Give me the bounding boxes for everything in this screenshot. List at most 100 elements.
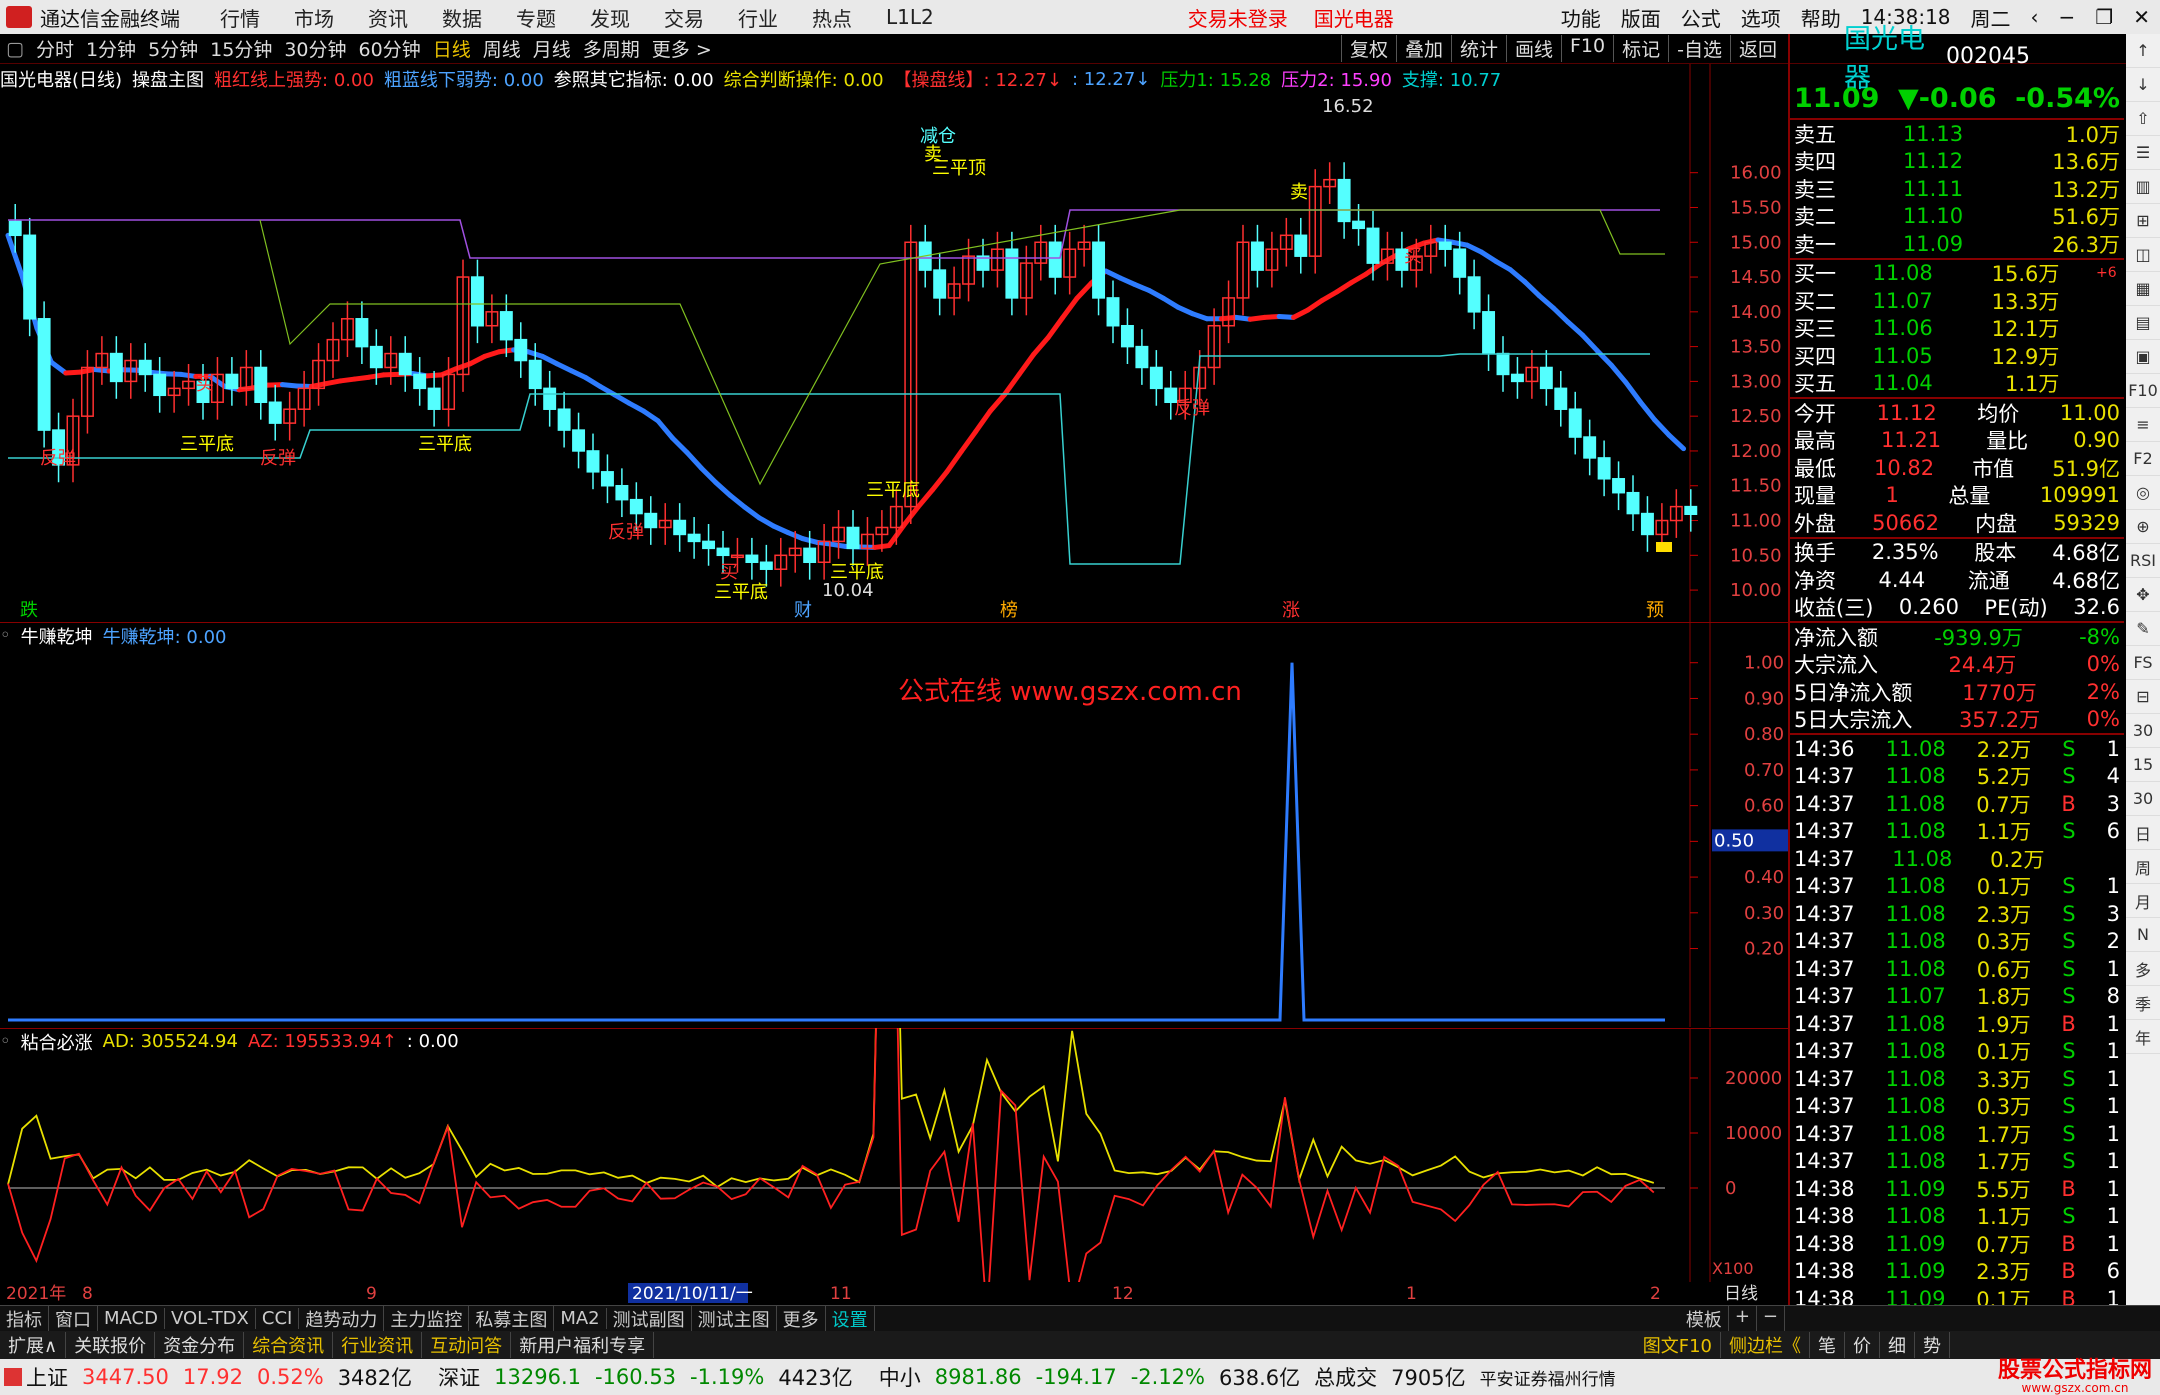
candle-body[interactable]	[745, 554, 759, 564]
draw-button[interactable]: 画线	[1505, 35, 1561, 62]
candle-body[interactable]	[413, 373, 427, 390]
sz-label[interactable]: 深证	[438, 1362, 480, 1392]
sidebar-tool-icon[interactable]: N	[2126, 918, 2160, 952]
menu-options[interactable]: 选项	[1741, 3, 1781, 32]
candle-body[interactable]	[803, 547, 817, 564]
menu-topics[interactable]: 专题	[516, 3, 556, 32]
candle-body[interactable]	[398, 352, 412, 376]
candle-body[interactable]	[1135, 345, 1149, 369]
menu-help[interactable]: 帮助	[1801, 3, 1841, 32]
candle-body[interactable]	[1568, 408, 1582, 438]
candle-body[interactable]	[1048, 241, 1062, 278]
candle-body[interactable]	[702, 540, 716, 550]
side-tab[interactable]: 图文F10	[1635, 1332, 1721, 1358]
menu-function[interactable]: 功能	[1561, 3, 1601, 32]
return-button[interactable]: 返回	[1729, 35, 1785, 62]
candle-body[interactable]	[759, 561, 773, 570]
candle-body[interactable]	[23, 234, 37, 320]
sidebar-tool-icon[interactable]: 周	[2126, 850, 2160, 884]
candle-body[interactable]	[543, 387, 557, 410]
candle-body[interactable]	[1005, 248, 1019, 299]
candle-body[interactable]	[528, 359, 542, 390]
indicator-tab[interactable]: MA2	[554, 1308, 607, 1329]
candle-body[interactable]	[1510, 373, 1524, 383]
candle-body[interactable]	[1583, 436, 1597, 459]
watchlist-button[interactable]: -自选	[1668, 35, 1730, 62]
side-tab[interactable]: 细	[1880, 1332, 1915, 1358]
indicator-tab[interactable]: MACD	[98, 1308, 165, 1329]
menu-market[interactable]: 市场	[294, 3, 334, 32]
sidebar-tool-icon[interactable]: F10	[2126, 374, 2160, 408]
template-control[interactable]: −	[1757, 1305, 1785, 1332]
candle-body[interactable]	[673, 519, 687, 536]
candle-body[interactable]	[1106, 297, 1120, 327]
candle-body[interactable]	[1438, 241, 1452, 250]
period-15min[interactable]: 15分钟	[210, 35, 272, 62]
candle-body[interactable]	[615, 484, 629, 501]
menu-industry[interactable]: 行业	[738, 3, 778, 32]
sidebar-tool-icon[interactable]: ↑	[2126, 34, 2160, 68]
link-tab[interactable]: 行业资讯	[333, 1332, 423, 1358]
sidebar-tool-icon[interactable]: ☰	[2126, 136, 2160, 170]
sh-label[interactable]: 上证	[26, 1362, 68, 1392]
menu-news[interactable]: 资讯	[368, 3, 408, 32]
link-tab[interactable]: 扩展∧	[0, 1332, 67, 1358]
candle-body[interactable]	[1482, 311, 1496, 355]
menu-hot[interactable]: 热点	[812, 3, 852, 32]
candle-body[interactable]	[37, 318, 51, 431]
link-tab[interactable]: 综合资讯	[244, 1332, 334, 1358]
indicator-tab[interactable]: VOL-TDX	[165, 1308, 256, 1329]
period-monthly[interactable]: 月线	[533, 35, 571, 62]
candle-body[interactable]	[557, 408, 571, 431]
indicator-tab[interactable]: 趋势动力	[299, 1305, 385, 1332]
close-icon[interactable]: ✕	[2133, 5, 2150, 29]
sub1-indicator-chart[interactable]: 1.000.900.800.700.600.500.400.300.200.50…	[0, 622, 1788, 1027]
menu-formula[interactable]: 公式	[1681, 3, 1721, 32]
f10-button[interactable]: F10	[1561, 35, 1613, 62]
indicator-tab[interactable]: 指标	[0, 1305, 49, 1332]
candle-body[interactable]	[1120, 324, 1134, 348]
candle-body[interactable]	[687, 533, 701, 543]
adjust-button[interactable]: 复权	[1340, 35, 1396, 62]
candle-body[interactable]	[1554, 387, 1568, 410]
indicator-tab[interactable]: 测试副图	[607, 1305, 692, 1332]
candle-body[interactable]	[1092, 241, 1106, 299]
menu-l1l2[interactable]: L1L2	[886, 5, 934, 29]
candle-body[interactable]	[1453, 248, 1467, 278]
event-marker[interactable]: 榜	[1000, 600, 1018, 621]
link-tab[interactable]: 资金分布	[155, 1332, 245, 1358]
candle-body[interactable]	[629, 498, 643, 515]
candle-body[interactable]	[355, 318, 369, 348]
candle-body[interactable]	[644, 512, 658, 529]
candle-body[interactable]	[1496, 352, 1510, 376]
candle-body[interactable]	[1337, 178, 1351, 223]
candle-body[interactable]	[933, 269, 947, 299]
candle-body[interactable]	[1366, 227, 1380, 264]
zx-label[interactable]: 中小	[879, 1362, 921, 1392]
back-icon[interactable]: ‹	[2031, 5, 2039, 29]
candle-body[interactable]	[1250, 241, 1264, 271]
period-more[interactable]: 更多 >	[652, 35, 712, 62]
event-marker[interactable]: 预	[1646, 600, 1664, 621]
collapse-icon[interactable]: ▢	[6, 38, 24, 60]
candle-body[interactable]	[499, 311, 513, 341]
menu-quotes[interactable]: 行情	[220, 3, 260, 32]
candle-body[interactable]	[1539, 366, 1553, 390]
candle-body[interactable]	[1597, 457, 1611, 480]
candle-body[interactable]	[1149, 366, 1163, 390]
link-tab[interactable]: 关联报价	[66, 1332, 156, 1358]
sidebar-tool-icon[interactable]: ≡	[2126, 408, 2160, 442]
menu-trade[interactable]: 交易	[664, 3, 704, 32]
sidebar-tool-icon[interactable]: ⊕	[2126, 510, 2160, 544]
candle-body[interactable]	[514, 338, 528, 362]
sidebar-tool-icon[interactable]: ⊞	[2126, 204, 2160, 238]
candle-body[interactable]	[153, 373, 167, 397]
sidebar-tool-icon[interactable]: 多	[2126, 952, 2160, 986]
sidebar-tool-icon[interactable]: ✥	[2126, 578, 2160, 612]
mark-button[interactable]: 标记	[1613, 35, 1668, 62]
candle-body[interactable]	[1684, 505, 1698, 516]
template-control[interactable]: 模板	[1680, 1305, 1729, 1332]
sidebar-tool-icon[interactable]: 季	[2126, 986, 2160, 1020]
candlestick-chart[interactable]: 16.00 15.50 15.00 14.50 14.00 13.50 13.00 12.50…	[0, 64, 1788, 624]
period-daily[interactable]: 日线	[433, 35, 471, 62]
